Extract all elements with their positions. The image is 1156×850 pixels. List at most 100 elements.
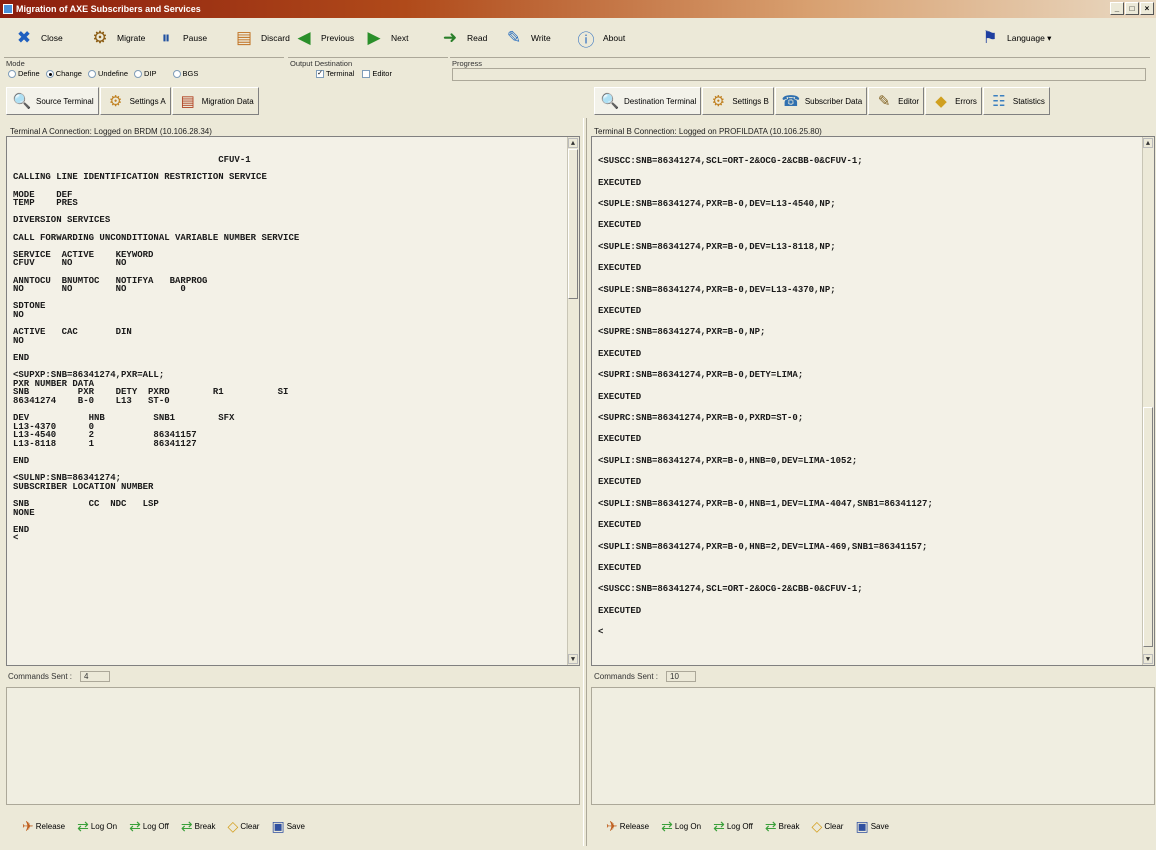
app-icon	[3, 4, 13, 14]
next-icon: ▶	[367, 28, 381, 47]
log-off-icon: ⇄	[129, 817, 141, 834]
terminal-checkbox[interactable]: ✓ Terminal	[316, 69, 354, 78]
tab-editor[interactable]: ✎ Editor	[868, 87, 925, 115]
window-controls: _ □ ×	[1110, 2, 1154, 15]
destination-log-panel	[591, 687, 1155, 805]
break-button[interactable]: ⇄ Break	[181, 818, 216, 835]
title-bar: Migration of AXE Subscribers and Service…	[0, 0, 1156, 18]
save-button[interactable]: ▣ Save	[271, 818, 304, 835]
tab-statistics[interactable]: ☷ Statistics	[982, 87, 1050, 115]
subscriber-data-icon: ☎	[781, 93, 801, 110]
next-button[interactable]: ▶ Next	[360, 23, 408, 53]
terminal-a-connection: Terminal A Connection: Logged on BRDM (1…	[10, 127, 212, 136]
scrollbar-thumb[interactable]	[1143, 407, 1153, 647]
commands-sent-label: Commands Sent :	[8, 671, 73, 681]
log-off-button[interactable]: ⇄ Log Off	[129, 818, 169, 835]
close-window-button[interactable]: ×	[1140, 2, 1154, 15]
source-log-panel	[6, 687, 580, 805]
mode-radio-define[interactable]: Define	[8, 69, 40, 78]
clear-icon: ◇	[227, 817, 239, 834]
break-icon: ⇄	[764, 817, 777, 834]
write-button[interactable]: ✎ Write	[500, 23, 551, 53]
window-title: Migration of AXE Subscribers and Service…	[16, 4, 201, 14]
source-terminal-icon: 🔍	[12, 93, 32, 110]
close-button[interactable]: ✖ Close	[10, 23, 63, 53]
destination-terminal-scrollbar[interactable]: ▲ ▼	[1142, 137, 1154, 665]
discard-button[interactable]: ▤ Discard	[230, 23, 290, 53]
previous-icon: ◀	[297, 28, 311, 47]
tab-source-terminal[interactable]: 🔍 Source Terminal	[6, 87, 99, 115]
tab-errors[interactable]: ◆ Errors	[925, 87, 982, 115]
pause-icon: ⏸	[161, 28, 171, 47]
scroll-up-icon[interactable]: ▲	[568, 138, 578, 148]
clear-button[interactable]: ◇ Clear	[228, 818, 260, 835]
save-icon: ▣	[855, 817, 869, 834]
settings-icon: ⚙	[711, 93, 726, 110]
language-icon: ⚑	[982, 28, 998, 47]
release-button[interactable]: ✈ Release	[22, 818, 65, 835]
read-button[interactable]: ➜ Read	[436, 23, 487, 53]
break-button[interactable]: ⇄ Break	[765, 818, 800, 835]
read-icon: ➜	[442, 28, 458, 47]
editor-checkbox[interactable]: Editor	[362, 69, 392, 78]
discard-icon: ▤	[235, 28, 253, 47]
mode-group: Mode Define Change Undefine DIP BGS	[4, 57, 284, 81]
scroll-down-icon[interactable]: ▼	[1143, 654, 1153, 664]
migrate-button[interactable]: ⚙ Migrate	[86, 23, 145, 53]
save-button[interactable]: ▣ Save	[855, 818, 888, 835]
language-dropdown[interactable]: ⚑ Language ▾	[976, 23, 1051, 53]
commands-sent-a: Commands Sent : 4	[8, 669, 111, 683]
log-on-button[interactable]: ⇄ Log On	[77, 818, 117, 835]
mode-label: Mode	[6, 59, 25, 68]
tab-migration-data[interactable]: ▤ Migration Data	[171, 87, 259, 115]
tab-subscriber-data[interactable]: ☎ Subscriber Data	[774, 87, 868, 115]
progress-bar	[452, 68, 1146, 81]
release-button[interactable]: ✈ Release	[606, 818, 649, 835]
settings-icon: ⚙	[108, 93, 123, 110]
output-destination-label: Output Destination	[290, 59, 353, 68]
statistics-icon: ☷	[992, 93, 1006, 110]
editor-icon: ✎	[877, 93, 891, 110]
destination-terminal-output[interactable]: <SUSCC:SNB=86341274,SCL=ORT-2&OCG-2&CBB-…	[591, 136, 1155, 666]
log-on-icon: ⇄	[77, 817, 89, 834]
previous-button[interactable]: ◀ Previous	[290, 23, 354, 53]
commands-sent-b: Commands Sent : 10	[594, 669, 697, 683]
pause-button[interactable]: ⏸ Pause	[152, 23, 207, 53]
main-toolbar: ✖ Close ⚙ Migrate ⏸ Pause ▤ Discard ◀ Pr…	[0, 19, 1156, 57]
log-on-icon: ⇄	[661, 817, 673, 834]
destination-actions: ✈ Release ⇄ Log On ⇄ Log Off ⇄ Break ◇ Clear …	[606, 810, 889, 842]
log-on-button[interactable]: ⇄ Log On	[661, 818, 701, 835]
source-terminal-output[interactable]: CFUV-1 CALLING LINE IDENTIFICATION RESTR…	[6, 136, 580, 666]
save-icon: ▣	[271, 817, 285, 834]
mode-radio-undefine[interactable]: Undefine	[87, 69, 128, 78]
scrollbar-thumb[interactable]	[568, 149, 578, 299]
commands-sent-value: 10	[666, 670, 697, 682]
tab-destination-terminal[interactable]: 🔍 Destination Terminal	[594, 87, 702, 115]
commands-sent-label: Commands Sent :	[594, 671, 659, 681]
break-icon: ⇄	[180, 817, 193, 834]
mode-radio-bgs[interactable]: BGS	[172, 69, 198, 78]
mode-radio-group: Define Change Undefine DIP BGS	[8, 69, 198, 78]
scroll-up-icon[interactable]: ▲	[1143, 138, 1153, 148]
progress-group: Progress	[450, 57, 1150, 81]
source-terminal-scrollbar[interactable]: ▲ ▼	[567, 137, 579, 665]
output-destination-group: Output Destination ✓ Terminal Editor	[288, 57, 448, 81]
tab-settings-b[interactable]: ⚙ Settings B	[702, 87, 774, 115]
minimize-button[interactable]: _	[1110, 2, 1124, 15]
close-icon: ✖	[16, 28, 32, 47]
mode-radio-change[interactable]: Change	[45, 69, 82, 78]
pane-splitter[interactable]	[583, 118, 587, 846]
scroll-down-icon[interactable]: ▼	[568, 654, 578, 664]
terminal-b-connection: Terminal B Connection: Logged on PROFILD…	[594, 127, 822, 136]
destination-tabs: 🔍 Destination Terminal ⚙ Settings B ☎ Su…	[594, 86, 1051, 116]
errors-icon: ◆	[935, 93, 947, 110]
clear-button[interactable]: ◇ Clear	[812, 818, 844, 835]
source-terminal-text: CFUV-1 CALLING LINE IDENTIFICATION RESTR…	[13, 155, 300, 544]
destination-terminal-text: <SUSCC:SNB=86341274,SCL=ORT-2&OCG-2&CBB-…	[598, 156, 933, 638]
tab-settings-a[interactable]: ⚙ Settings A	[99, 87, 171, 115]
maximize-button[interactable]: □	[1125, 2, 1139, 15]
about-button[interactable]: ⓘ About	[572, 23, 626, 53]
mode-radio-dip[interactable]: DIP	[134, 69, 157, 78]
migration-data-icon: ▤	[180, 93, 195, 110]
log-off-button[interactable]: ⇄ Log Off	[713, 818, 753, 835]
